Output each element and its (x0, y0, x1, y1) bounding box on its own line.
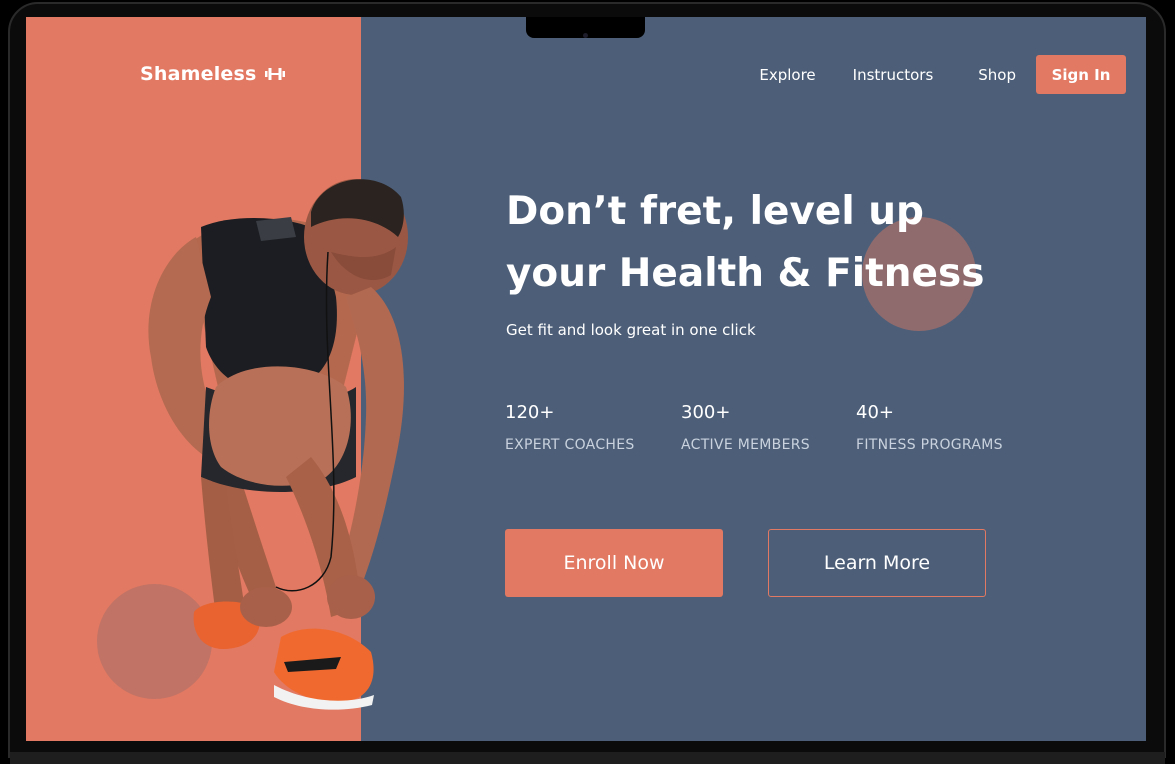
landing-page: Shameless Explore Instructors Shop Sign … (26, 17, 1146, 741)
dumbbell-icon (264, 68, 285, 80)
nav-explore[interactable]: Explore (759, 66, 815, 84)
hero-title: Don’t fret, level up your Health & Fitne… (506, 181, 984, 305)
hero-subtitle: Get fit and look great in one click (506, 321, 756, 339)
nav-shop[interactable]: Shop (978, 66, 1016, 84)
brand-logo[interactable]: Shameless (140, 62, 285, 86)
learn-more-button[interactable]: Learn More (768, 529, 986, 597)
stat-value: 300+ (681, 402, 731, 423)
nav-instructors[interactable]: Instructors (853, 66, 934, 84)
brand-name: Shameless (140, 63, 257, 85)
stat-value: 120+ (505, 402, 555, 423)
stat-label: FITNESS PROGRAMS (856, 437, 1003, 453)
stat-coaches: 120+ EXPERT COACHES (505, 401, 635, 453)
stat-value: 40+ (856, 402, 894, 423)
athlete-image (148, 179, 408, 710)
main-nav: Explore Instructors Shop Sign In (759, 55, 1126, 94)
hero-title-line2: your Health & Fitness (506, 251, 985, 296)
stat-programs: 40+ FITNESS PROGRAMS (856, 401, 1003, 453)
stat-members: 300+ ACTIVE MEMBERS (681, 401, 810, 453)
sign-in-button[interactable]: Sign In (1036, 55, 1126, 94)
stat-label: ACTIVE MEMBERS (681, 437, 810, 453)
hero-title-line1: Don’t fret, level up (506, 189, 924, 234)
camera-icon (583, 33, 588, 38)
enroll-now-button[interactable]: Enroll Now (505, 529, 723, 597)
laptop-frame: Shameless Explore Instructors Shop Sign … (0, 0, 1175, 764)
stat-label: EXPERT COACHES (505, 437, 635, 453)
laptop-base (10, 752, 1165, 764)
